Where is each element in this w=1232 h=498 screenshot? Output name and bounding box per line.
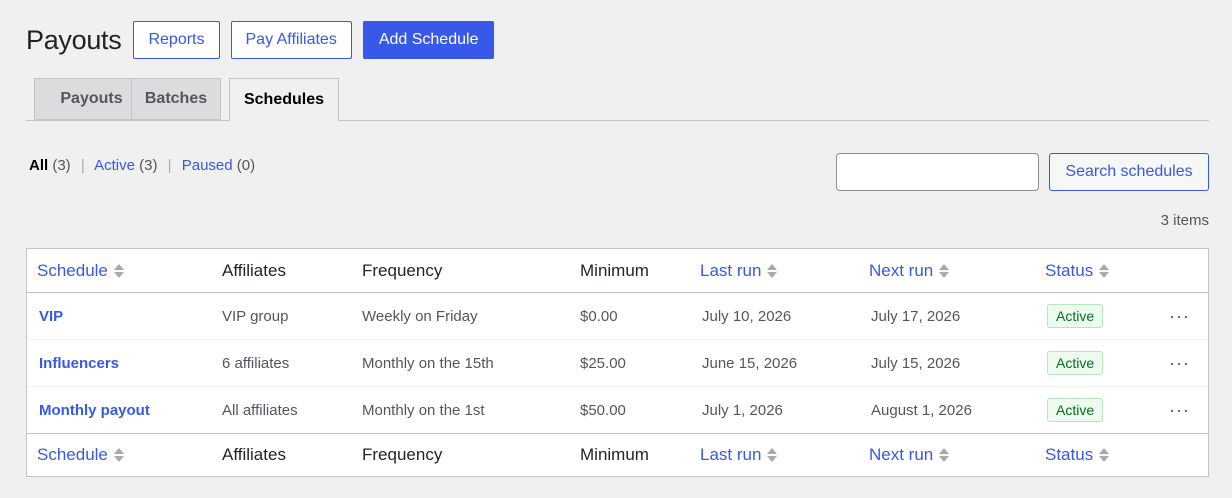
search-input[interactable] xyxy=(836,153,1039,191)
column-header-label: Next run xyxy=(869,260,934,280)
filter-active-count: (3) xyxy=(139,157,158,174)
column-header-label: Status xyxy=(1045,260,1094,280)
column-header-status[interactable]: Status xyxy=(1045,249,1110,292)
sort-icon xyxy=(939,448,950,462)
filter-paused-count: (0) xyxy=(236,157,256,174)
schedule-name-link[interactable]: VIP xyxy=(39,308,63,325)
filter-active-link[interactable]: Active xyxy=(94,157,135,174)
column-header-label: Last run xyxy=(700,260,762,280)
frequency-cell: Monthly on the 1st xyxy=(362,401,485,419)
schedules-table: Schedule Affiliates Frequency Minimum La… xyxy=(26,248,1209,477)
pay-affiliates-button[interactable]: Pay Affiliates xyxy=(230,21,352,59)
column-header-label: Schedule xyxy=(37,260,108,280)
status-badge: Active xyxy=(1047,398,1104,422)
filter-separator: | xyxy=(167,157,172,174)
affiliates-cell: 6 affiliates xyxy=(222,354,290,372)
schedule-name-link[interactable]: Monthly payout xyxy=(39,402,150,419)
add-schedule-button[interactable]: Add Schedule xyxy=(362,21,495,59)
last-run-cell: July 1, 2026 xyxy=(702,401,783,419)
table-row: Influencers 6 affiliates Monthly on the … xyxy=(27,339,1208,386)
next-run-cell: July 17, 2026 xyxy=(871,307,961,325)
table-footer-row: Schedule Affiliates Frequency Minimum La… xyxy=(27,433,1208,476)
page-title: Payouts xyxy=(26,24,122,55)
sort-icon xyxy=(939,263,950,278)
frequency-cell: Monthly on the 15th xyxy=(362,354,494,372)
column-footer-minimum: Minimum xyxy=(580,445,649,464)
column-header-frequency: Frequency xyxy=(362,260,443,280)
column-footer-status[interactable]: Status xyxy=(1045,434,1110,476)
column-footer-label: Status xyxy=(1045,445,1094,464)
affiliates-cell: All affiliates xyxy=(222,401,298,419)
column-footer-label: Schedule xyxy=(37,445,108,464)
column-footer-frequency: Frequency xyxy=(362,445,443,464)
next-run-cell: August 1, 2026 xyxy=(871,401,972,419)
column-footer-label: Next run xyxy=(869,445,934,464)
tab-batches[interactable]: Batches xyxy=(131,78,221,120)
sort-icon xyxy=(113,448,124,462)
column-footer-next-run[interactable]: Next run xyxy=(869,434,950,476)
column-header-last-run[interactable]: Last run xyxy=(700,249,778,292)
page-header: Payouts Reports Pay Affiliates Add Sched… xyxy=(26,21,495,59)
column-footer-label: Last run xyxy=(700,445,762,464)
column-footer-last-run[interactable]: Last run xyxy=(700,434,778,476)
schedule-name-link[interactable]: Influencers xyxy=(39,355,119,372)
minimum-cell: $50.00 xyxy=(580,401,626,419)
last-run-cell: June 15, 2026 xyxy=(702,354,798,372)
status-badge: Active xyxy=(1047,351,1104,375)
sort-icon xyxy=(767,448,778,462)
next-run-cell: July 15, 2026 xyxy=(871,354,961,372)
status-badge: Active xyxy=(1047,304,1104,328)
sort-icon xyxy=(113,263,124,278)
reports-button[interactable]: Reports xyxy=(133,21,220,59)
frequency-cell: Weekly on Friday xyxy=(362,307,478,325)
search-schedules-button[interactable]: Search schedules xyxy=(1049,153,1209,191)
column-header-affiliates: Affiliates xyxy=(222,260,286,280)
table-row: Monthly payout All affiliates Monthly on… xyxy=(27,386,1208,433)
column-header-minimum: Minimum xyxy=(580,260,649,280)
sort-icon xyxy=(1099,448,1110,462)
table-header-row: Schedule Affiliates Frequency Minimum La… xyxy=(27,249,1208,293)
table-row: VIP VIP group Weekly on Friday $0.00 Jul… xyxy=(27,293,1208,339)
filter-paused-link[interactable]: Paused xyxy=(182,157,233,174)
filter-all-count: (3) xyxy=(52,157,71,174)
filter-separator: | xyxy=(80,157,85,174)
more-actions-icon[interactable]: ··· xyxy=(1169,306,1190,327)
minimum-cell: $25.00 xyxy=(580,354,626,372)
sort-icon xyxy=(1099,263,1110,278)
column-footer-schedule[interactable]: Schedule xyxy=(37,434,124,476)
last-run-cell: July 10, 2026 xyxy=(702,307,792,325)
affiliates-cell: VIP group xyxy=(222,307,289,325)
more-actions-icon[interactable]: ··· xyxy=(1169,353,1190,374)
column-header-schedule[interactable]: Schedule xyxy=(37,249,124,292)
item-count: 3 items xyxy=(1160,212,1209,229)
filter-all-label[interactable]: All xyxy=(29,157,48,174)
tab-schedules[interactable]: Schedules xyxy=(229,78,339,121)
column-header-next-run[interactable]: Next run xyxy=(869,249,950,292)
status-filters: All (3) | Active (3) | Paused (0) xyxy=(29,157,255,174)
column-footer-affiliates: Affiliates xyxy=(222,445,286,464)
tab-bar: Payouts Batches Schedules xyxy=(26,78,1209,121)
more-actions-icon[interactable]: ··· xyxy=(1169,400,1190,421)
minimum-cell: $0.00 xyxy=(580,307,618,325)
sort-icon xyxy=(767,263,778,278)
